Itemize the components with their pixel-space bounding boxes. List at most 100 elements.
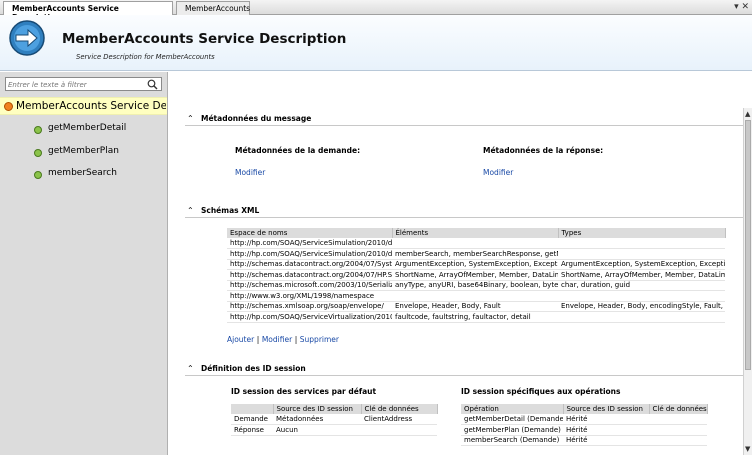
table-cell: http://hp.com/SOAQ/ServiceSimulation/201…	[227, 238, 392, 249]
collapse-chevron-icon[interactable]: ⌃	[187, 114, 194, 123]
section-message-metadata[interactable]: ⌃ Métadonnées du message	[185, 114, 743, 126]
editor-tab-bar: MemberAccounts Service Description Membe…	[0, 0, 752, 22]
sidebar: MemberAccounts Service Description getMe…	[0, 72, 168, 455]
operation-session-table: Opération Source des ID session Clé de d…	[461, 404, 708, 446]
table-cell: char, duration, guid	[558, 280, 725, 291]
search-icon[interactable]	[147, 79, 158, 90]
table-cell	[558, 238, 725, 249]
table-cell: ShortName, ArrayOfMember, Member, DataLi…	[558, 269, 725, 281]
page-header: MemberAccounts Service Description Servi…	[0, 15, 752, 71]
table-row[interactable]: http://hp.com/SOAQ/ServiceSimulation/201…	[227, 238, 725, 249]
section-session-ids[interactable]: ⌃ Définition des ID session	[185, 364, 743, 376]
table-cell: Hérité	[563, 414, 649, 425]
table-cell: http://hp.com/SOAQ/ServiceSimulation/201…	[227, 248, 392, 260]
column-header: Clé de données	[361, 404, 438, 414]
column-header: Source des ID session	[563, 404, 650, 414]
section-xml-schemas[interactable]: ⌃ Schémas XML	[185, 206, 743, 218]
table-cell	[558, 290, 725, 302]
table-cell: memberSearch, memberSearchResponse, getM…	[392, 248, 558, 260]
table-cell: Métadonnées	[273, 414, 361, 425]
table-row[interactable]: http://schemas.microsoft.com/2003/10/Ser…	[227, 280, 725, 291]
scroll-down-arrow-icon[interactable]: ▼	[745, 445, 750, 453]
operation-session-title: ID session spécifiques aux opérations	[461, 387, 621, 396]
schemas-table: Espace de noms Éléments Types http://hp.…	[227, 228, 726, 323]
service-node-icon	[4, 102, 13, 111]
column-header: Clé de données	[649, 404, 708, 414]
table-cell: ArgumentException, SystemException, Exce…	[558, 259, 725, 270]
separator: |	[256, 335, 260, 344]
table-row[interactable]: http://schemas.xmlsoap.org/soap/envelope…	[227, 301, 725, 312]
table-cell: ShortName, ArrayOfMember, Member, DataLi…	[392, 269, 558, 281]
scrollbar-thumb[interactable]	[745, 120, 751, 370]
filter-input[interactable]	[8, 79, 143, 90]
tree-item-label: getMemberDetail	[48, 123, 127, 133]
table-cell: http://www.w3.org/XML/1998/namespace	[227, 290, 392, 302]
tree-item-service[interactable]: MemberAccounts Service Description	[0, 97, 167, 115]
vertical-scrollbar[interactable]: ▲ ▼	[743, 108, 752, 455]
delete-schema-link[interactable]: Supprimer	[300, 335, 339, 344]
operation-icon	[34, 171, 42, 179]
tab-service-description[interactable]: MemberAccounts Service Description	[3, 1, 173, 22]
section-title: Métadonnées du message	[201, 114, 312, 123]
tab-memberaccounts[interactable]: MemberAccounts	[176, 1, 250, 15]
table-row[interactable]: memberSearch (Demande) Hérité	[461, 435, 707, 446]
edit-response-metadata-link[interactable]: Modifier	[483, 168, 513, 177]
table-cell: faultcode, faultstring, faultactor, deta…	[392, 311, 558, 323]
default-session-table: Source des ID session Clé de données Dem…	[231, 404, 438, 436]
tab-menu-close-controls[interactable]: ▾ ✕	[734, 2, 749, 12]
table-header-row: Source des ID session Clé de données	[231, 404, 438, 414]
column-header[interactable]: Éléments	[392, 228, 559, 238]
table-cell: getMemberDetail (Demande)	[461, 414, 563, 425]
table-cell: http://schemas.datacontract.org/2004/07/…	[227, 259, 392, 270]
table-cell	[649, 435, 707, 446]
table-cell: Envelope, Header, Body, encodingStyle, F…	[558, 301, 725, 312]
table-cell	[649, 424, 707, 436]
edit-schema-link[interactable]: Modifier	[262, 335, 292, 344]
collapse-chevron-icon[interactable]: ⌃	[187, 206, 194, 215]
column-header[interactable]: Espace de noms	[227, 228, 393, 238]
table-cell: http://hp.com/SOAQ/ServiceVirtualization…	[227, 311, 392, 323]
table-header-row: Opération Source des ID session Clé de d…	[461, 404, 708, 414]
page-subtitle: Service Description for MemberAccounts	[76, 53, 215, 61]
table-cell: memberSearch (Demande)	[461, 435, 563, 446]
column-header	[231, 404, 274, 414]
edit-request-metadata-link[interactable]: Modifier	[235, 168, 265, 177]
table-row[interactable]: Réponse Aucun	[231, 424, 437, 436]
table-row[interactable]: Demande Métadonnées ClientAddress	[231, 414, 437, 425]
column-header: Source des ID session	[273, 404, 362, 414]
table-cell	[649, 414, 707, 425]
table-row[interactable]: http://hp.com/SOAQ/ServiceSimulation/201…	[227, 248, 725, 260]
table-cell: http://schemas.datacontract.org/2004/07/…	[227, 269, 392, 281]
schema-actions: Ajouter | Modifier | Supprimer	[227, 335, 339, 344]
scroll-up-arrow-icon[interactable]: ▲	[745, 110, 750, 118]
table-row[interactable]: http://hp.com/SOAQ/ServiceVirtualization…	[227, 311, 725, 323]
operation-icon	[34, 149, 42, 157]
section-title: Schémas XML	[201, 206, 260, 215]
request-metadata-title: Métadonnées de la demande:	[235, 146, 361, 155]
tree-item-label: memberSearch	[48, 168, 117, 178]
table-cell: ArgumentException, SystemException, Exce…	[392, 259, 558, 270]
table-cell: ClientAddress	[361, 414, 437, 425]
table-row[interactable]: http://schemas.datacontract.org/2004/07/…	[227, 259, 725, 270]
table-cell: Aucun	[273, 424, 361, 436]
table-cell: Envelope, Header, Body, Fault	[392, 301, 558, 312]
table-cell: getMemberPlan (Demande)	[461, 424, 563, 436]
table-cell: http://schemas.xmlsoap.org/soap/envelope…	[227, 301, 392, 312]
table-cell: Hérité	[563, 435, 649, 446]
table-cell	[558, 311, 725, 323]
table-row[interactable]: getMemberDetail (Demande) Hérité	[461, 414, 707, 425]
table-cell: Hérité	[563, 424, 649, 436]
separator: |	[294, 335, 298, 344]
table-header-row: Espace de noms Éléments Types	[227, 228, 726, 238]
column-header[interactable]: Types	[558, 228, 726, 238]
add-schema-link[interactable]: Ajouter	[227, 335, 254, 344]
table-cell	[558, 248, 725, 260]
table-row[interactable]: http://www.w3.org/XML/1998/namespace	[227, 290, 725, 302]
table-row[interactable]: getMemberPlan (Demande) Hérité	[461, 424, 707, 436]
filter-box	[5, 77, 162, 91]
table-cell: anyType, anyURI, base64Binary, boolean, …	[392, 280, 558, 291]
collapse-chevron-icon[interactable]: ⌃	[187, 364, 194, 373]
table-row[interactable]: http://schemas.datacontract.org/2004/07/…	[227, 269, 725, 281]
table-cell: Réponse	[231, 424, 273, 436]
page-title: MemberAccounts Service Description	[62, 31, 347, 47]
